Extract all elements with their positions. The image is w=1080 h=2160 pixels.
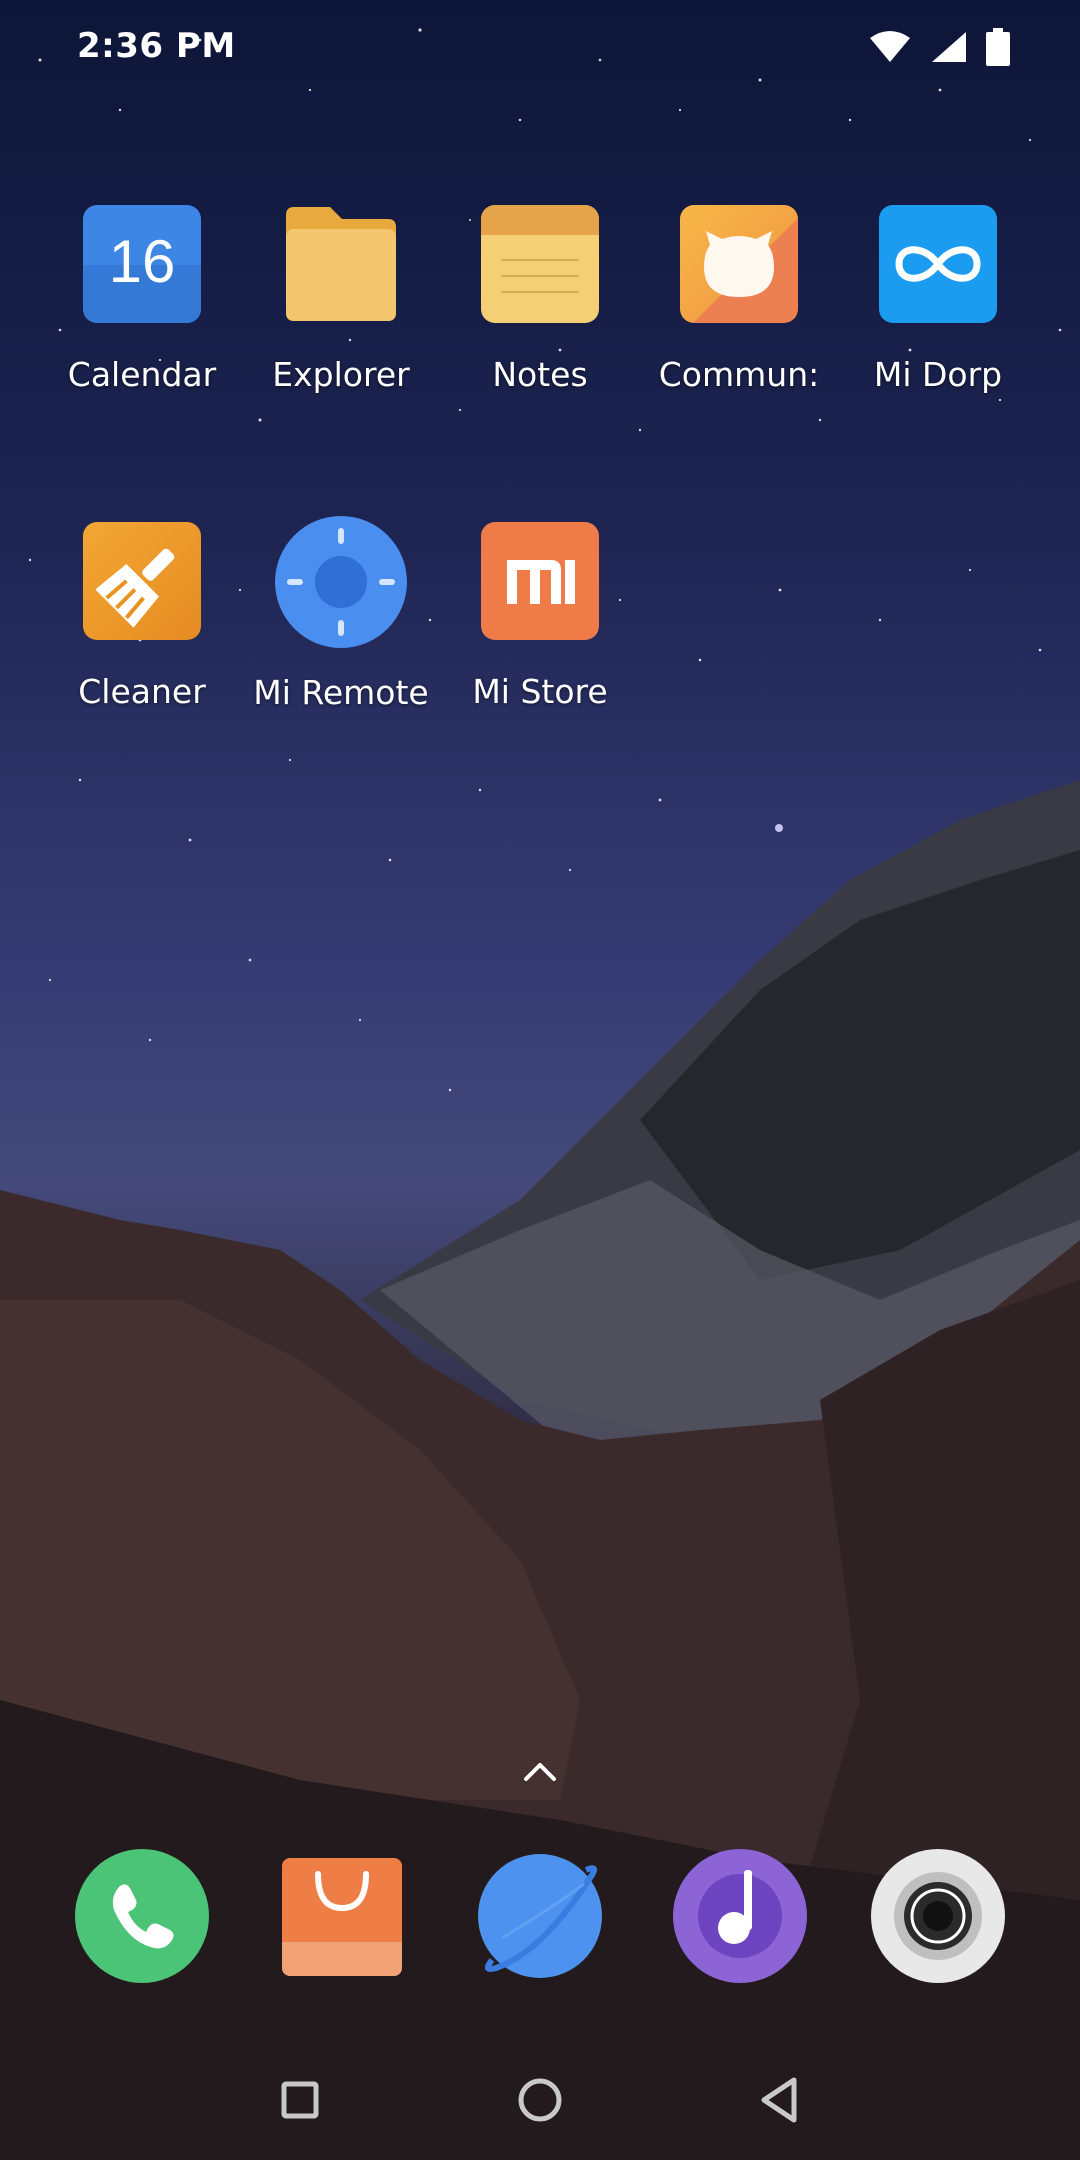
- mi-drop-icon: [879, 205, 997, 323]
- app-label: Cleaner: [78, 672, 206, 711]
- app-notes[interactable]: Notes: [440, 205, 640, 394]
- chevron-up-icon[interactable]: [520, 1755, 560, 1785]
- mi-remote-icon: [275, 516, 407, 648]
- status-time: 2:36 PM: [77, 26, 236, 66]
- camera-icon: [871, 1849, 1005, 1983]
- dock-app-store[interactable]: [274, 1848, 410, 1984]
- app-cleaner[interactable]: Cleaner: [42, 522, 242, 711]
- app-label: Commun:: [658, 355, 820, 394]
- calendar-date: 16: [108, 228, 176, 295]
- browser-planet-icon: [478, 1854, 602, 1978]
- home-screen: 2:36 PM 16 Calendar Explorer Notes Commu…: [0, 0, 1080, 2160]
- dock-browser[interactable]: [472, 1848, 608, 1984]
- app-store-bag-icon: [282, 1858, 402, 1976]
- status-bar: 2:36 PM: [0, 0, 1080, 96]
- app-mi-remote[interactable]: Mi Remote: [241, 516, 441, 712]
- app-mi-drop[interactable]: Mi Dorp: [838, 205, 1038, 394]
- battery-icon: [986, 28, 1010, 66]
- app-label: Mi Dorp: [873, 355, 1003, 394]
- app-label: Mi Store: [472, 672, 608, 711]
- recents-square-icon[interactable]: [270, 2070, 330, 2130]
- dock-camera[interactable]: [870, 1848, 1006, 1984]
- music-note-icon: [673, 1849, 807, 1983]
- app-mi-store[interactable]: Mi Store: [440, 522, 640, 711]
- calendar-icon: 16: [83, 205, 201, 323]
- folder-icon: [282, 205, 400, 323]
- dock-phone[interactable]: [74, 1848, 210, 1984]
- cleaner-broom-icon: [83, 522, 201, 640]
- app-label: Explorer: [272, 355, 410, 394]
- app-calendar[interactable]: 16 Calendar: [42, 205, 242, 394]
- notes-icon: [481, 205, 599, 323]
- home-circle-icon[interactable]: [510, 2070, 570, 2130]
- community-icon: [680, 205, 798, 323]
- cellular-signal-icon: [932, 32, 966, 62]
- phone-icon: [75, 1849, 209, 1983]
- app-label: Calendar: [67, 355, 217, 394]
- back-triangle-icon[interactable]: [750, 2070, 810, 2130]
- app-label: Notes: [492, 355, 588, 394]
- app-explorer[interactable]: Explorer: [241, 205, 441, 394]
- mi-store-icon: [481, 522, 599, 640]
- dock-music[interactable]: [672, 1848, 808, 1984]
- wifi-icon: [870, 31, 910, 62]
- app-label: Mi Remote: [253, 673, 429, 712]
- app-community[interactable]: Commun:: [639, 205, 839, 394]
- navigation-bar: [0, 2060, 1080, 2140]
